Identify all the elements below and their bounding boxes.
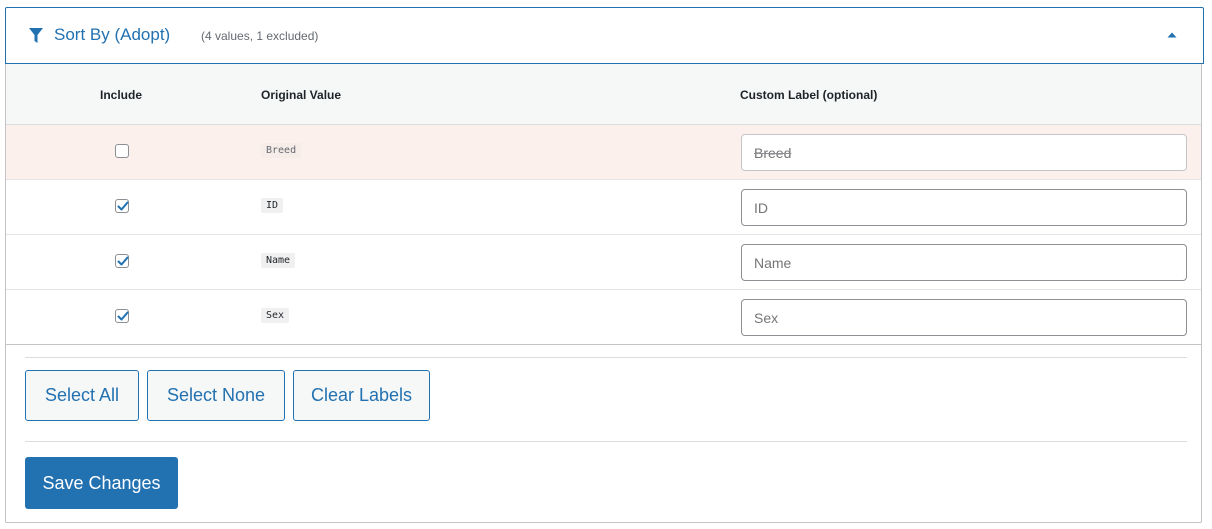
- original-value: Breed: [261, 143, 302, 158]
- custom-label-input[interactable]: [741, 134, 1187, 171]
- table-row: Breed: [6, 125, 1201, 180]
- select-none-button[interactable]: Select None: [147, 370, 285, 421]
- select-all-button[interactable]: Select All: [25, 370, 139, 421]
- values-table: Include Original Value Custom Label (opt…: [6, 64, 1201, 345]
- values-panel: Sort By (Adopt) (4 values, 1 excluded) I…: [5, 7, 1204, 523]
- table-row: Sex: [6, 290, 1201, 345]
- custom-label-input[interactable]: [741, 189, 1187, 226]
- column-header-original: Original Value: [261, 88, 342, 102]
- panel-header[interactable]: Sort By (Adopt) (4 values, 1 excluded): [5, 7, 1204, 64]
- panel-title: Sort By (Adopt): [54, 25, 171, 44]
- original-value: Sex: [261, 308, 290, 323]
- divider: [25, 357, 1187, 358]
- include-checkbox[interactable]: [115, 254, 129, 268]
- check-icon: [117, 201, 129, 211]
- panel-subtitle: (4 values, 1 excluded): [201, 29, 319, 43]
- save-changes-button[interactable]: Save Changes: [25, 457, 178, 509]
- include-checkbox[interactable]: [115, 309, 129, 323]
- check-icon: [117, 256, 129, 266]
- divider: [25, 441, 1187, 442]
- custom-label-input[interactable]: [741, 244, 1187, 281]
- table-row: ID: [6, 180, 1201, 235]
- original-value: ID: [261, 198, 284, 213]
- clear-labels-button[interactable]: Clear Labels: [293, 370, 430, 421]
- caret-up-icon[interactable]: [1166, 29, 1178, 41]
- column-header-include: Include: [100, 88, 143, 102]
- table-row: Name: [6, 235, 1201, 290]
- include-checkbox[interactable]: [115, 199, 129, 213]
- include-checkbox[interactable]: [115, 144, 129, 158]
- column-header-custom-label: Custom Label (optional): [740, 88, 878, 102]
- check-icon: [117, 311, 129, 321]
- filter-icon: [29, 28, 43, 43]
- table-header: Include Original Value Custom Label (opt…: [6, 64, 1201, 125]
- original-value: Name: [261, 253, 296, 268]
- custom-label-input[interactable]: [741, 299, 1187, 336]
